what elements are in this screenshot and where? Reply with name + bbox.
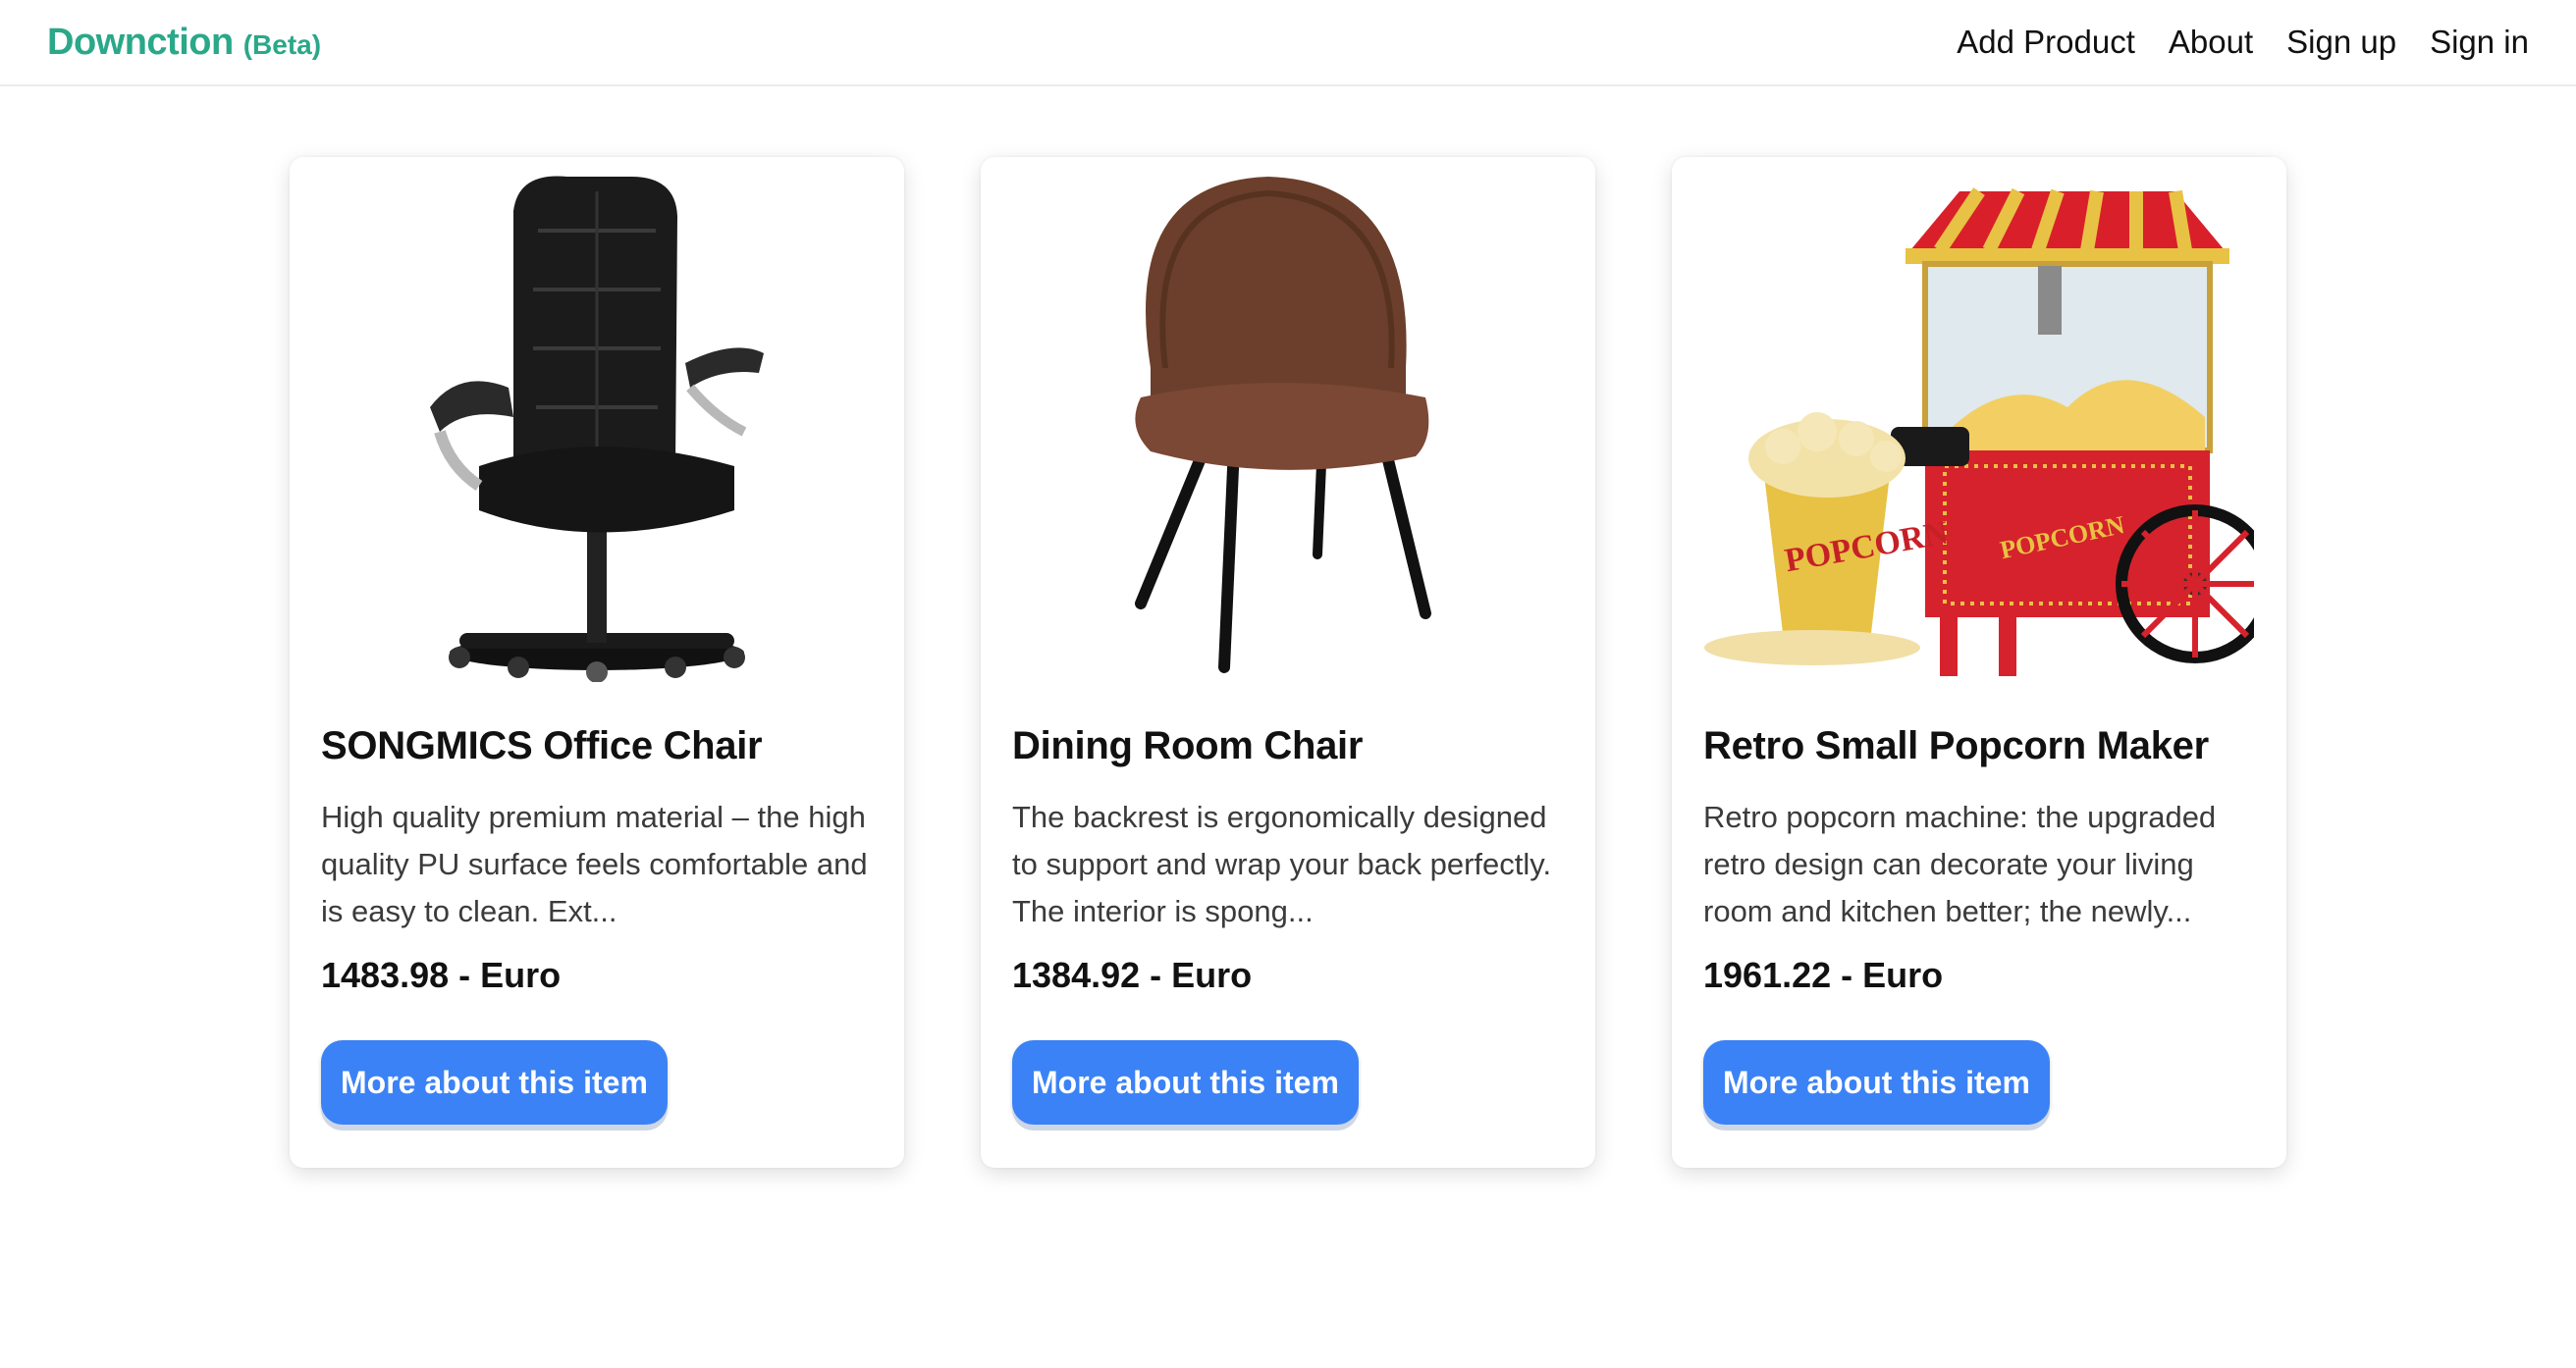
nav-sign-up[interactable]: Sign up bbox=[2286, 24, 2396, 61]
product-title: Retro Small Popcorn Maker bbox=[1703, 724, 2209, 767]
dining-chair-icon bbox=[1135, 177, 1431, 673]
product-price: 1384.92 - Euro bbox=[1012, 955, 1253, 995]
product-card: POPCORN POPCORN Retro Small Popcorn Make… bbox=[1672, 157, 2286, 1168]
beta-tag: (Beta) bbox=[242, 28, 322, 60]
nav-sign-in[interactable]: Sign in bbox=[2430, 24, 2529, 61]
product-title: SONGMICS Office Chair bbox=[321, 724, 763, 767]
product-description: Retro popcorn machine: the upgraded retr… bbox=[1703, 800, 2217, 928]
product-grid: SONGMICS Office Chair High quality premi… bbox=[290, 157, 2286, 1168]
more-about-item-button[interactable]: More about this item bbox=[321, 1040, 668, 1125]
main-nav: Add Product About Sign up Sign in bbox=[1957, 24, 2529, 61]
more-about-item-button[interactable]: More about this item bbox=[1012, 1040, 1359, 1125]
nav-add-product[interactable]: Add Product bbox=[1957, 24, 2135, 61]
product-description: The backrest is ergonomically designed t… bbox=[1012, 800, 1552, 928]
product-image[interactable] bbox=[321, 157, 873, 697]
top-navbar: Downction (Beta) Add Product About Sign … bbox=[0, 0, 2576, 86]
product-price: 1483.98 - Euro bbox=[321, 955, 562, 995]
nav-about[interactable]: About bbox=[2169, 24, 2253, 61]
product-card: Dining Room Chair The backrest is ergono… bbox=[981, 157, 1595, 1168]
product-description: High quality premium material – the high… bbox=[321, 800, 868, 928]
product-image[interactable]: POPCORN POPCORN bbox=[1703, 157, 2255, 697]
product-price: 1961.22 - Euro bbox=[1703, 955, 1944, 995]
product-title: Dining Room Chair bbox=[1012, 724, 1364, 767]
product-image[interactable] bbox=[1012, 157, 1564, 697]
product-card: SONGMICS Office Chair High quality premi… bbox=[290, 157, 904, 1168]
more-about-item-button[interactable]: More about this item bbox=[1703, 1040, 2050, 1125]
popcorn-maker-icon: POPCORN POPCORN bbox=[1704, 187, 2254, 676]
office-chair-icon bbox=[430, 176, 764, 682]
brand-name: Downction bbox=[47, 21, 234, 63]
brand-logo-link[interactable]: Downction (Beta) bbox=[47, 22, 321, 64]
